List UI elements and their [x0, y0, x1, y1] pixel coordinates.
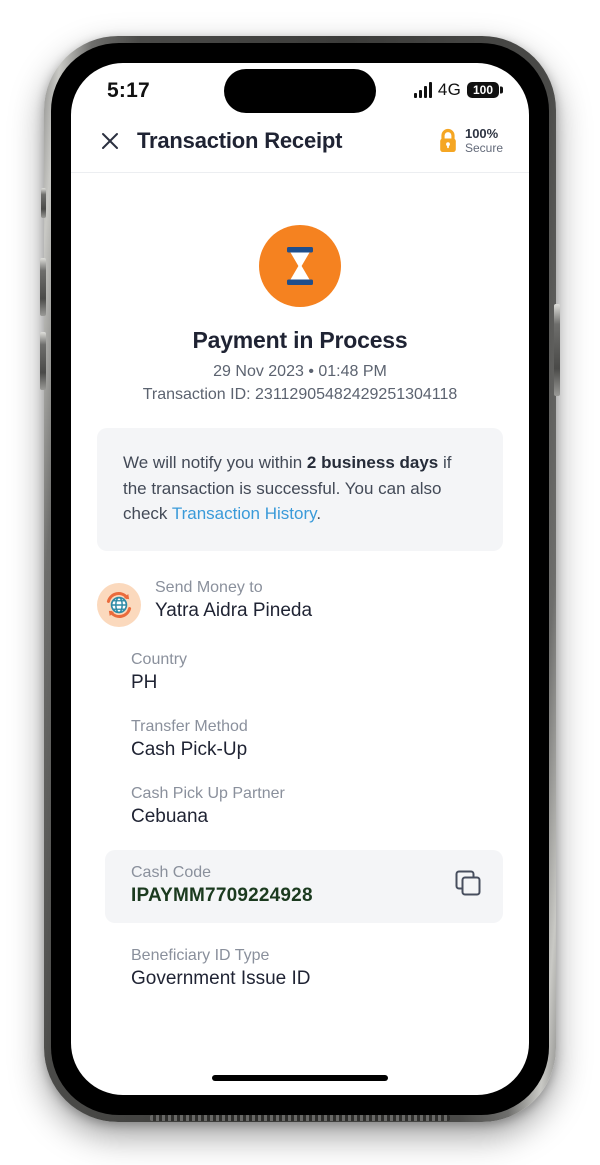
detail-value: Cash Pick-Up [131, 739, 248, 761]
cash-code-text-group: Cash Code IPAYMM7709224928 [131, 864, 313, 907]
speaker-grille [150, 1115, 450, 1121]
page-title: Transaction Receipt [137, 128, 343, 154]
status-bar-time: 5:17 [107, 79, 150, 102]
copy-icon[interactable] [453, 868, 483, 903]
detail-field-beneficiary-id-type: Beneficiary ID Type Government Issue ID [131, 947, 503, 990]
home-indicator[interactable] [212, 1075, 388, 1081]
notification-text: We will notify you within 2 business day… [123, 450, 477, 527]
payment-status-block: Payment in Process 29 Nov 2023 • 01:48 P… [71, 173, 529, 404]
silent-switch-button[interactable] [41, 188, 46, 218]
hourglass-icon [259, 224, 341, 307]
detail-field-cash-pickup-partner: Cash Pick Up Partner Cebuana [131, 785, 503, 828]
detail-label: Transfer Method [131, 718, 248, 736]
cash-code-value: IPAYMM7709224928 [131, 885, 313, 907]
payment-status-title: Payment in Process [192, 326, 408, 353]
notification-panel: We will notify you within 2 business day… [97, 427, 503, 552]
transaction-history-link[interactable]: Transaction History [172, 504, 317, 523]
cash-code-card: Cash Code IPAYMM7709224928 [105, 850, 503, 924]
close-x-icon[interactable] [97, 128, 123, 154]
notify-part-3: . [316, 504, 322, 524]
secure-percent: 100% [464, 126, 499, 141]
receipt-content: Payment in Process 29 Nov 2023 • 01:48 P… [71, 173, 529, 1086]
app-header: Transaction Receipt 100% Secure [71, 121, 529, 173]
lock-icon [440, 129, 456, 153]
recipient-label: Send Money to [155, 579, 263, 597]
detail-value: PH [131, 672, 158, 694]
phone-device: 5:17 4G 100 Transaction Receipt 100% Sec… [40, 36, 560, 1122]
globe-transfer-icon [97, 583, 141, 628]
secure-label: Secure [464, 140, 503, 155]
notify-part-1: We will notify you within [123, 452, 307, 472]
dynamic-island [224, 69, 376, 113]
battery-icon: 100 [467, 82, 499, 98]
volume-up-button[interactable] [40, 258, 46, 316]
recipient-text-group: Send Money to Yatra Aidra Pineda [155, 579, 312, 622]
payment-date: 29 Nov 2023 • 01:48 PM [213, 362, 387, 380]
recipient-name: Yatra Aidra Pineda [155, 600, 313, 622]
detail-value: Cebuana [131, 806, 209, 828]
recipient-row: Send Money to Yatra Aidra Pineda [97, 579, 503, 628]
volume-down-button[interactable] [40, 332, 46, 390]
detail-label: Cash Pick Up Partner [131, 785, 285, 803]
cash-code-label: Cash Code [131, 864, 212, 882]
beneficiary-value: Government Issue ID [131, 968, 311, 990]
notify-bold-duration: 2 business days [306, 452, 439, 472]
power-button[interactable] [554, 304, 560, 396]
detail-field-country: Country PH [131, 651, 503, 694]
signal-bars-icon [413, 82, 432, 98]
status-bar: 5:17 4G 100 [71, 63, 529, 121]
secure-badge: 100% Secure [437, 126, 503, 156]
device-bezel: 5:17 4G 100 Transaction Receipt 100% Sec… [51, 43, 549, 1115]
detail-field-transfer-method: Transfer Method Cash Pick-Up [131, 718, 503, 761]
transaction-id: Transaction ID: 23112905482429251304118 [142, 385, 458, 403]
phone-screen: 5:17 4G 100 Transaction Receipt 100% Sec… [71, 63, 529, 1095]
detail-label: Country [131, 651, 188, 669]
status-bar-indicators: 4G 100 [413, 80, 499, 100]
beneficiary-label: Beneficiary ID Type [131, 947, 270, 965]
secure-text-group: 100% Secure [464, 126, 503, 156]
network-type-label: 4G [437, 80, 461, 99]
